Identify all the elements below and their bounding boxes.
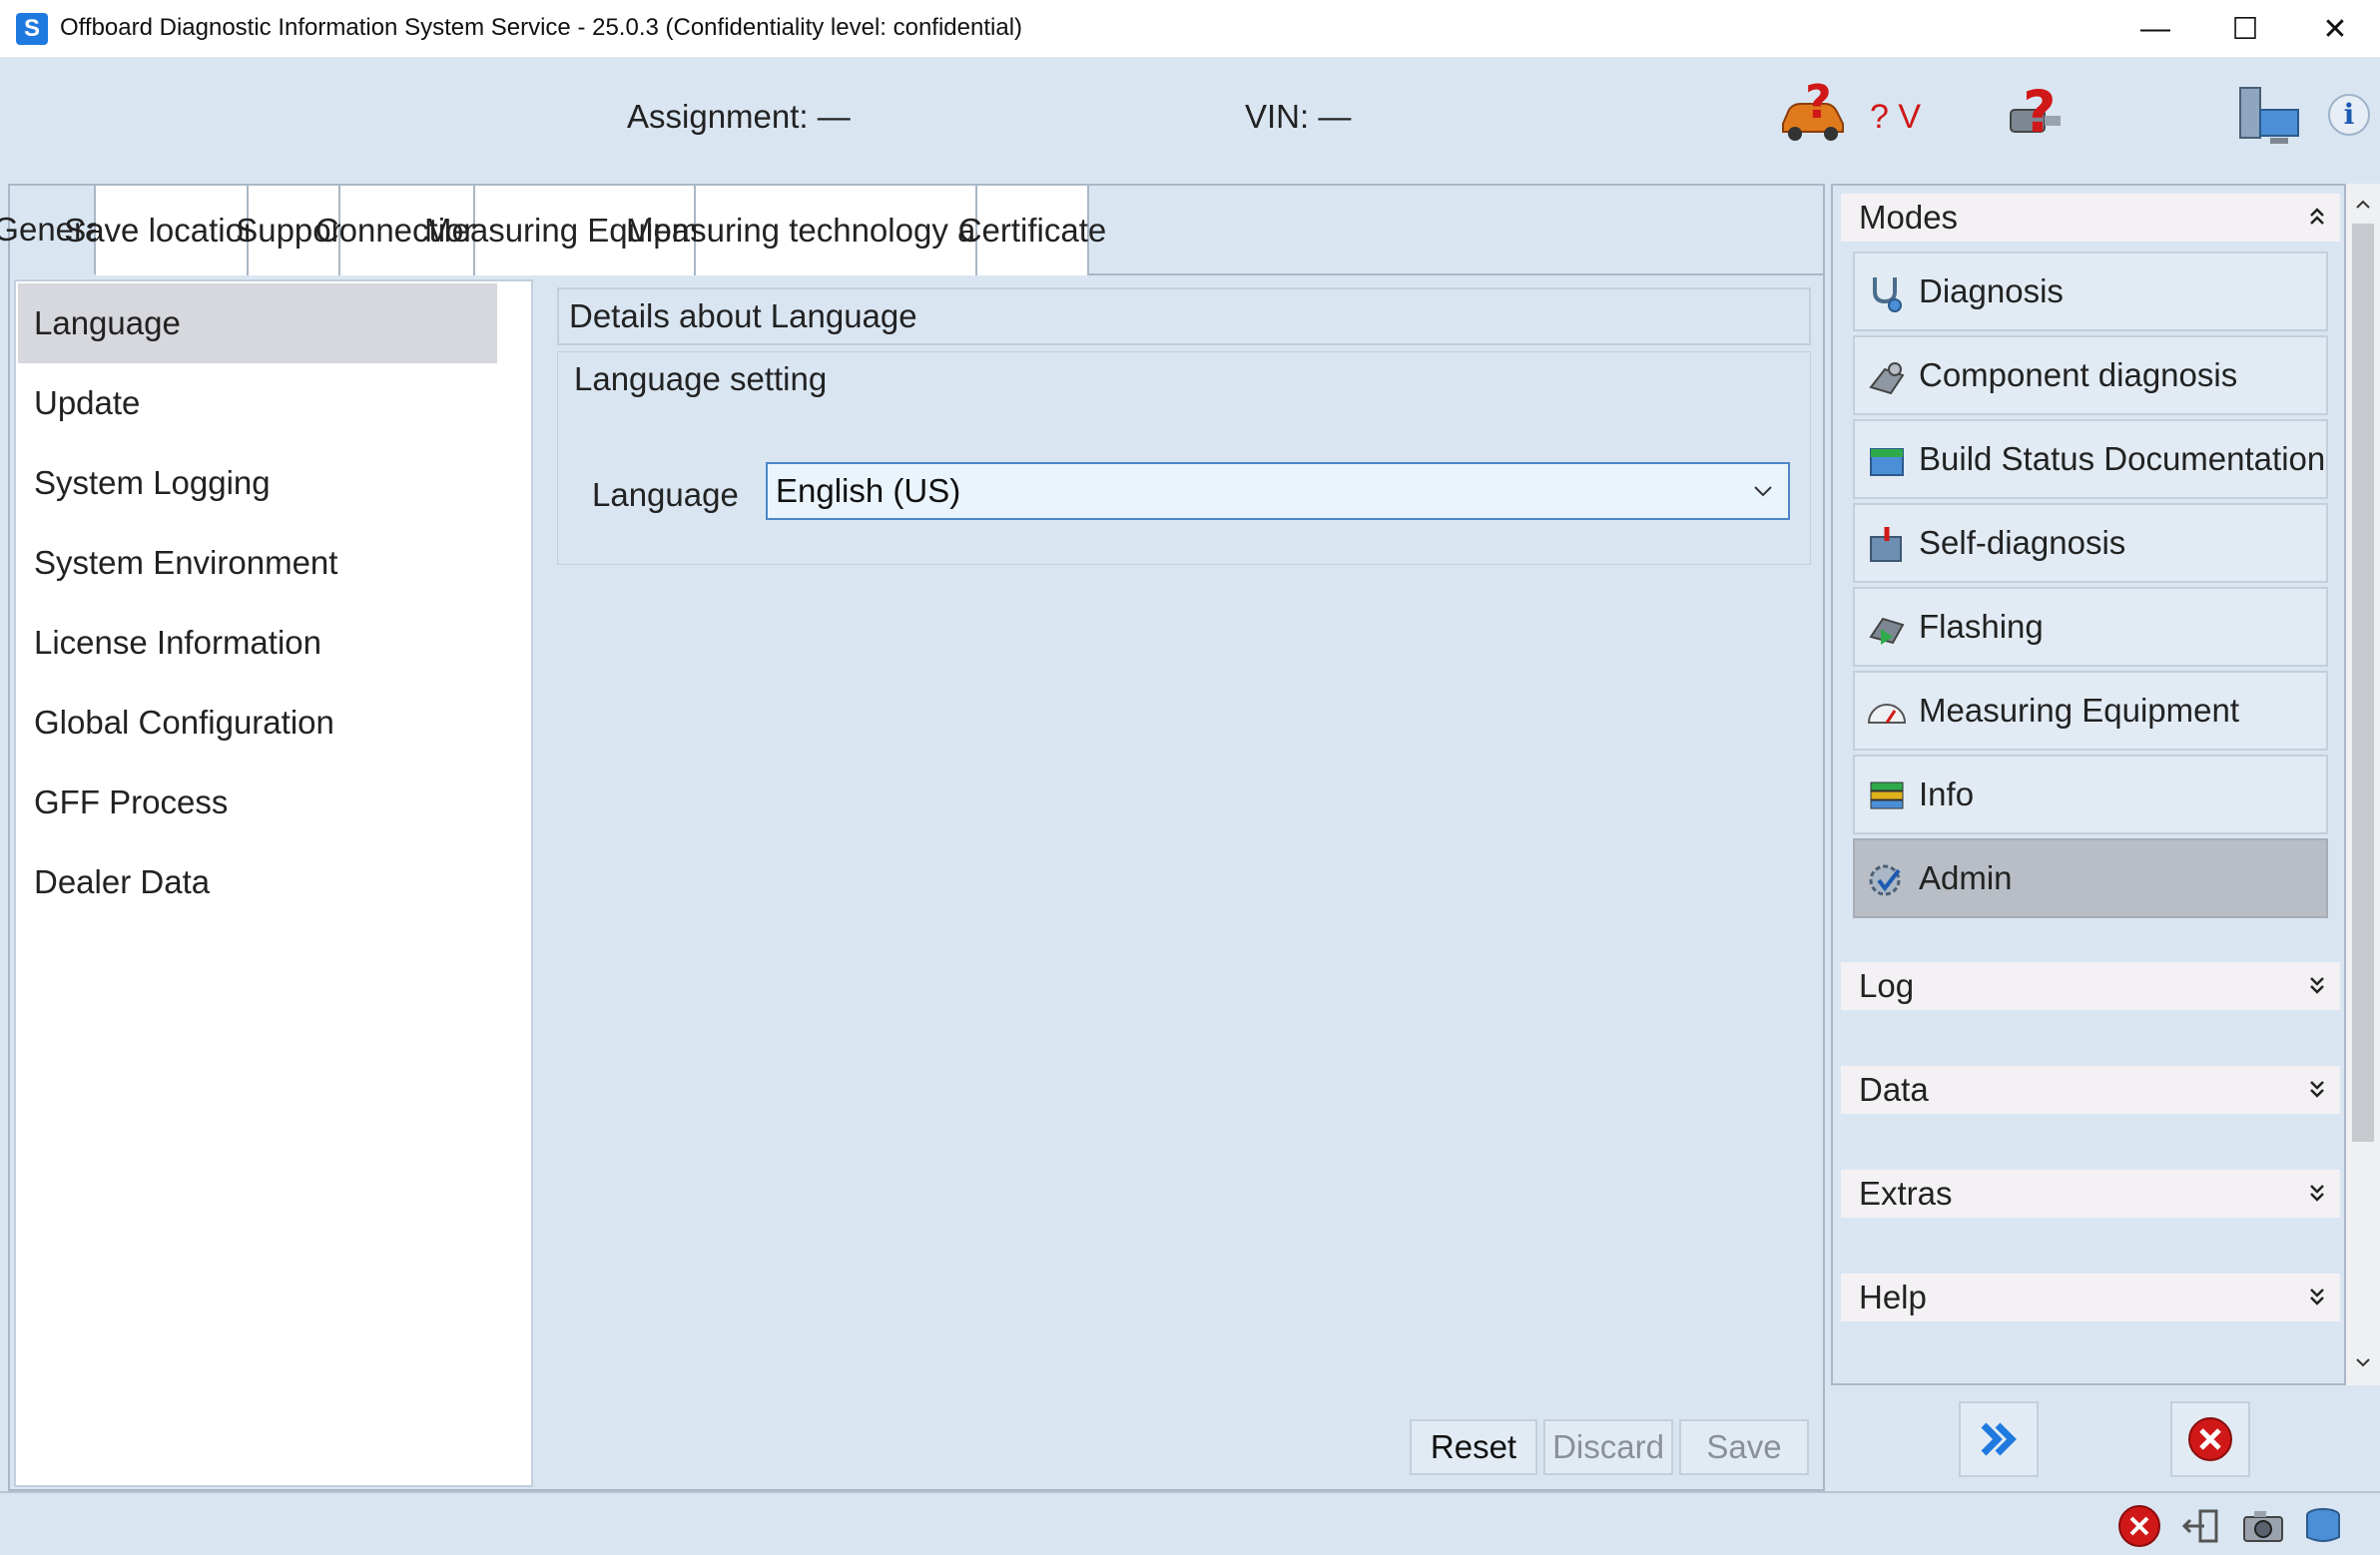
details-header: Details about Language	[557, 287, 1811, 345]
mode-label: Self-diagnosis	[1919, 524, 2126, 561]
chevron-down-icon	[1754, 486, 1772, 497]
close-icon: ✕	[2322, 12, 2348, 46]
logout-icon[interactable]	[2178, 1503, 2224, 1549]
group-title: Language setting	[574, 360, 828, 397]
section-header-extras[interactable]: Extras	[1841, 1170, 2340, 1218]
flashing-icon	[1869, 617, 1905, 645]
expand-icon	[2310, 977, 2324, 994]
title-bar: S Offboard Diagnostic Information System…	[0, 0, 2380, 58]
mode-button-info[interactable]: Info	[1853, 755, 2328, 834]
settings-nav: Language Update System Logging System En…	[14, 279, 533, 1487]
nav-item-system-environment[interactable]: System Environment	[18, 523, 497, 603]
section-title: Help	[1859, 1279, 1927, 1315]
app-logo-icon: S	[16, 13, 48, 45]
language-select[interactable]: English (US)	[766, 462, 1790, 520]
window-title: Offboard Diagnostic Information System S…	[60, 14, 1023, 41]
minimize-icon: —	[2140, 12, 2170, 45]
language-select-value: English (US)	[776, 472, 961, 509]
app-header: Assignment: — VIN: — ? ? V ? i	[0, 58, 2380, 182]
books-icon	[1870, 781, 1904, 809]
cancel-button[interactable]	[2170, 1401, 2250, 1477]
modes-panel: Modes Diagnosis Component diagnosis Buil…	[1831, 184, 2346, 1385]
scroll-up-icon[interactable]	[2350, 190, 2376, 220]
mode-label: Diagnosis	[1919, 272, 2064, 309]
navigation-controls	[1831, 1387, 2380, 1487]
svg-text:?: ?	[1805, 78, 1832, 129]
tab-save-locations[interactable]: Save locations	[64, 186, 279, 275]
connection-unknown-icon[interactable]: ?	[2001, 76, 2077, 146]
scroll-down-icon[interactable]	[2350, 1347, 2376, 1377]
discard-button[interactable]: Discard	[1543, 1419, 1673, 1475]
stethoscope-icon	[1873, 277, 1902, 312]
expand-icon	[2310, 1289, 2324, 1305]
minimize-button[interactable]: —	[2110, 0, 2200, 58]
admin-gear-icon	[1869, 864, 1901, 896]
gauge-icon	[1867, 704, 1907, 724]
svg-text:?: ?	[2023, 78, 2057, 146]
language-setting-group: Language setting Language English (US)	[557, 351, 1811, 565]
expand-icon	[2310, 1185, 2324, 1202]
battery-voltage: ? V	[1870, 98, 1922, 136]
document-icon	[1870, 448, 1904, 476]
tab-certificate[interactable]: Certificate	[958, 186, 1106, 275]
language-label: Language	[592, 476, 739, 513]
status-bar	[0, 1491, 2380, 1555]
nav-item-global-configuration[interactable]: Global Configuration	[18, 683, 497, 763]
nav-item-update[interactable]: Update	[18, 363, 497, 443]
maximize-button[interactable]: ☐	[2200, 0, 2290, 58]
mode-label: Admin	[1919, 859, 2013, 896]
mode-button-diagnosis[interactable]: Diagnosis	[1853, 252, 2328, 331]
mode-button-measuring-equipment[interactable]: Measuring Equipment	[1853, 671, 2328, 751]
scroll-thumb[interactable]	[2352, 224, 2374, 1142]
self-diagnosis-icon	[1870, 527, 1902, 562]
section-title: Modes	[1859, 199, 1959, 236]
forward-button[interactable]	[1959, 1401, 2039, 1477]
mode-label: Component diagnosis	[1919, 356, 2238, 393]
mode-button-admin[interactable]: Admin	[1853, 838, 2328, 918]
section-header-log[interactable]: Log	[1841, 962, 2340, 1010]
main-panel: General Save locations Support Connectio…	[0, 184, 1825, 1491]
vin-label: VIN: —	[1245, 98, 1352, 135]
database-icon[interactable]	[2300, 1503, 2346, 1549]
expand-icon	[2310, 1081, 2324, 1098]
mode-button-build-status-documentation[interactable]: Build Status Documentation	[1853, 419, 2328, 499]
nav-item-license-information[interactable]: License Information	[18, 603, 497, 683]
section-title: Data	[1859, 1071, 1929, 1108]
tab-measuring-technology-action[interactable]: Measuring technology action	[626, 186, 1045, 275]
mode-button-component-diagnosis[interactable]: Component diagnosis	[1853, 335, 2328, 415]
section-header-data[interactable]: Data	[1841, 1066, 2340, 1114]
component-icon	[1869, 362, 1905, 395]
mode-button-self-diagnosis[interactable]: Self-diagnosis	[1853, 503, 2328, 583]
section-header-help[interactable]: Help	[1841, 1274, 2340, 1321]
info-icon[interactable]: i	[2328, 94, 2370, 136]
mode-label: Measuring Equipment	[1919, 692, 2240, 729]
nav-item-language[interactable]: Language	[18, 283, 497, 363]
network-computers-icon[interactable]	[2236, 82, 2302, 152]
mode-label: Flashing	[1919, 608, 2044, 645]
save-button[interactable]: Save	[1679, 1419, 1809, 1475]
nav-item-system-logging[interactable]: System Logging	[18, 443, 497, 523]
red-x-icon	[2188, 1417, 2232, 1461]
reset-button[interactable]: Reset	[1410, 1419, 1537, 1475]
mode-label: Info	[1919, 776, 1975, 812]
collapse-icon	[2310, 208, 2324, 225]
nav-item-gff-process[interactable]: GFF Process	[18, 763, 497, 842]
double-chevron-right-icon	[1981, 1422, 2017, 1456]
mode-label: Build Status Documentation	[1919, 440, 2326, 477]
nav-item-dealer-data[interactable]: Dealer Data	[18, 842, 497, 922]
vehicle-unknown-icon[interactable]: ?	[1775, 78, 1849, 144]
section-title: Log	[1859, 967, 1915, 1004]
section-title: Extras	[1859, 1175, 1953, 1212]
maximize-icon: ☐	[2231, 12, 2259, 46]
close-window-button[interactable]: ✕	[2290, 0, 2380, 58]
mode-button-flashing[interactable]: Flashing	[1853, 587, 2328, 667]
exit-icon[interactable]	[2116, 1503, 2162, 1549]
camera-icon[interactable]	[2240, 1503, 2286, 1549]
assignment-label: Assignment: —	[627, 98, 851, 135]
modes-scrollbar[interactable]	[2346, 184, 2380, 1385]
section-header-modes[interactable]: Modes	[1841, 194, 2340, 242]
tab-bar: General Save locations Support Connectio…	[0, 186, 1823, 275]
